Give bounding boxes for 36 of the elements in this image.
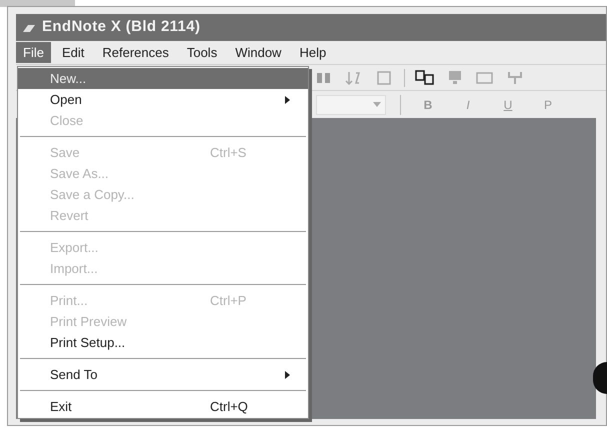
shortcut-label: Ctrl+Q: [210, 398, 249, 416]
menu-item[interactable]: Window: [228, 42, 288, 63]
menu-item[interactable]: Help: [292, 42, 334, 63]
window-title: EndNote X (Bld 2114): [42, 17, 200, 38]
shortcut-label: Ctrl+S: [210, 144, 248, 162]
menu-item[interactable]: File: [16, 42, 51, 63]
menu-entry[interactable]: New...: [18, 68, 308, 89]
menu-item[interactable]: References: [95, 42, 176, 63]
caret-icon: [373, 102, 381, 107]
format-button[interactable]: B: [415, 94, 441, 114]
menu-entry[interactable]: Open: [18, 89, 308, 110]
menu-item[interactable]: Edit: [54, 42, 92, 63]
font-size-dropdown[interactable]: [316, 94, 386, 114]
menu-item[interactable]: Tools: [180, 42, 224, 63]
menu-entry-label: Save As...: [50, 164, 110, 183]
format-button[interactable]: I: [455, 94, 481, 114]
menu-entry-label: Print Preview: [50, 312, 128, 331]
menu-entry-label: Print Setup...: [50, 334, 126, 352]
menu-entry-label: Print...: [50, 292, 89, 310]
menu-entry-label: Send To: [50, 366, 98, 384]
format-button[interactable]: P: [535, 94, 561, 114]
menu-entry[interactable]: Send To: [18, 364, 308, 385]
menu-entry-label: Exit: [50, 398, 73, 416]
windows-icon[interactable]: [415, 68, 435, 86]
menu-entry-label: Save: [50, 144, 81, 162]
menu-entry-label: Open: [50, 90, 83, 109]
menu-entry-label: Save a Copy...: [50, 186, 136, 204]
menu-entry[interactable]: Exit Ctrl+Q: [18, 396, 308, 417]
menu-entry-label: Revert: [50, 206, 90, 225]
shortcut-label: Ctrl+P: [210, 292, 248, 310]
menu-entry[interactable]: Print Setup...: [18, 332, 308, 353]
menu-entry-label: Export...: [50, 238, 100, 257]
menu-entry-label: Import...: [50, 260, 99, 278]
menu-entry-label: Close: [50, 112, 84, 130]
format-button[interactable]: U: [495, 94, 521, 114]
menu-entry-label: New...: [50, 70, 88, 88]
